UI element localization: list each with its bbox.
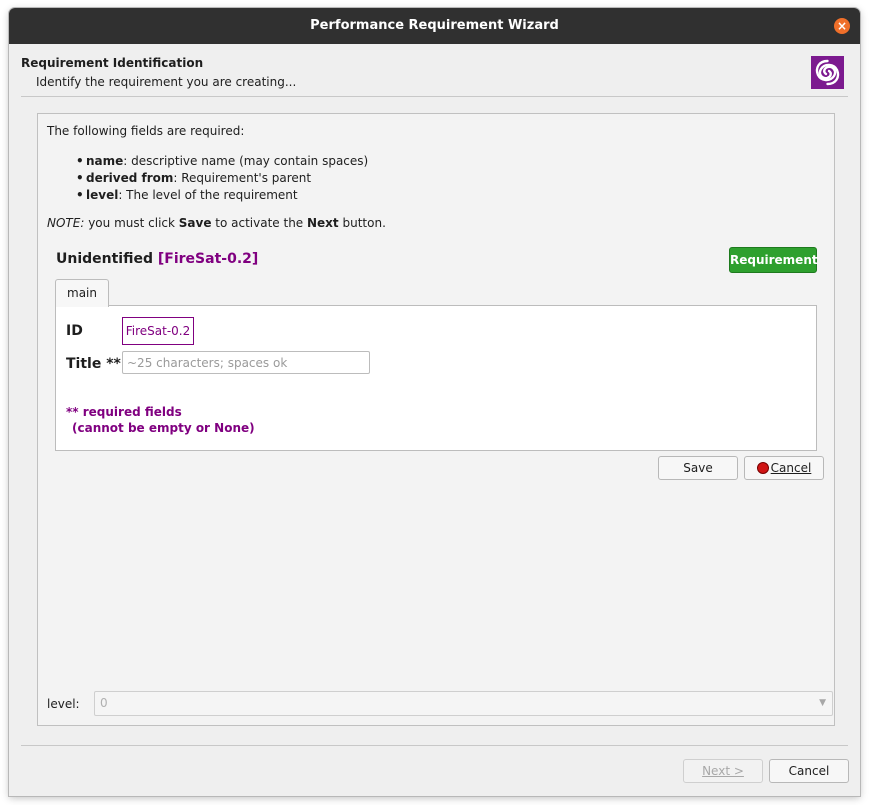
tab-main[interactable]: main <box>55 279 109 307</box>
list-item: derived from: Requirement's parent <box>76 170 368 187</box>
id-value: FireSat-0.2 <box>122 317 194 345</box>
wizard-window: Performance Requirement Wizard × Require… <box>9 8 860 796</box>
object-id: [FireSat-0.2] <box>157 251 259 267</box>
next-label: Next > <box>702 764 744 778</box>
page-subtitle: Identify the requirement you are creatin… <box>36 75 297 89</box>
title-bar: Performance Requirement Wizard × <box>9 8 860 44</box>
field-name: level <box>86 188 119 202</box>
cancel-edit-button[interactable]: Cancel <box>744 456 824 480</box>
close-icon: × <box>836 19 848 33</box>
window-title: Performance Requirement Wizard <box>310 18 559 33</box>
note-text: you must click <box>84 216 179 230</box>
field-desc: : descriptive name (may contain spaces) <box>123 154 369 168</box>
field-desc: : The level of the requirement <box>118 188 298 202</box>
footer-divider <box>21 745 848 746</box>
level-select[interactable]: 0 ▼ <box>94 691 833 716</box>
note-next: Next <box>307 216 339 230</box>
list-item: level: The level of the requirement <box>76 187 368 204</box>
level-label: level: <box>47 697 80 711</box>
field-desc: : Requirement's parent <box>173 171 312 185</box>
title-label: Title ** <box>66 356 121 372</box>
note-text: button. <box>338 216 386 230</box>
required-note-line: ** required fields <box>66 405 182 419</box>
level-value: 0 <box>100 696 108 710</box>
note-save: Save <box>178 216 212 230</box>
close-window-button[interactable]: × <box>834 18 850 34</box>
page-title: Requirement Identification <box>21 56 204 70</box>
wizard-header: Requirement Identification Identify the … <box>9 44 860 96</box>
list-item: name: descriptive name (may contain spac… <box>76 153 368 170</box>
note-text: to activate the <box>211 216 307 230</box>
note-prefix: NOTE: <box>47 216 85 230</box>
save-button[interactable]: Save <box>658 456 738 480</box>
required-note-line: (cannot be empty or None) <box>72 421 255 435</box>
cancel-button[interactable]: Cancel <box>769 759 849 783</box>
save-note: NOTE: you must click Save to activate th… <box>47 216 386 230</box>
main-panel: The following fields are required: name:… <box>37 113 835 726</box>
intro-text: The following fields are required: <box>47 124 245 138</box>
object-name: Unidentified <box>56 251 154 267</box>
next-button[interactable]: Next > <box>683 759 763 783</box>
tab-main-panel: ID FireSat-0.2 Title ** ** required fiel… <box>55 305 817 451</box>
requirement-type-badge[interactable]: Requirement <box>729 247 818 273</box>
required-fields-note: ** required fields (cannot be empty or No… <box>66 404 255 436</box>
cancel-edit-label: Cancel <box>770 461 812 475</box>
chevron-down-icon: ▼ <box>819 698 826 708</box>
cancel-icon <box>756 462 769 474</box>
header-divider <box>21 96 848 97</box>
id-label: ID <box>66 323 83 339</box>
field-name: derived from <box>86 171 174 185</box>
required-fields-list: name: descriptive name (may contain spac… <box>76 153 368 204</box>
object-heading: Unidentified [FireSat-0.2] <box>56 251 258 267</box>
field-name: name <box>86 154 124 168</box>
app-logo-icon <box>811 56 844 89</box>
title-input[interactable] <box>122 351 370 374</box>
